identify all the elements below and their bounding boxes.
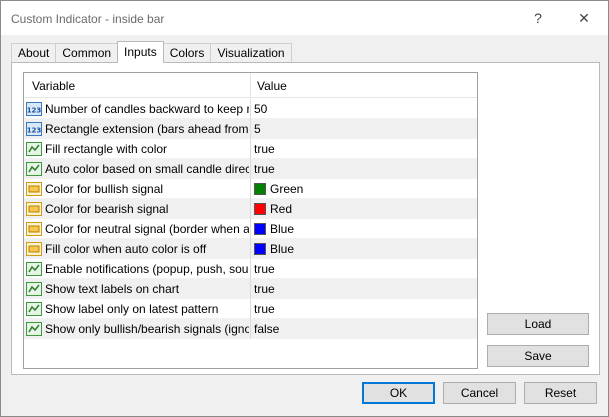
- variable-value[interactable]: Red: [270, 202, 292, 216]
- variable-name: Fill color when auto color is off: [45, 242, 207, 256]
- table-row[interactable]: Show only bullish/bearish signals (ignor…: [24, 319, 477, 339]
- variable-value[interactable]: true: [254, 262, 275, 276]
- variable-name: Show only bullish/bearish signals (ignor…: [45, 322, 249, 336]
- close-icon: ✕: [578, 9, 590, 26]
- cell-divider: [250, 199, 251, 219]
- boolean-icon: [26, 142, 42, 156]
- tab-common[interactable]: Common: [55, 43, 119, 63]
- tab-inputs[interactable]: Inputs: [117, 41, 164, 63]
- table-row[interactable]: Show text labels on chart true: [24, 279, 477, 299]
- variable-name: Number of candles backward to keep re...: [45, 102, 249, 116]
- variable-name: Fill rectangle with color: [45, 142, 168, 156]
- variable-value[interactable]: true: [254, 142, 275, 156]
- color-icon: [26, 202, 42, 216]
- table-row[interactable]: Show label only on latest pattern true: [24, 299, 477, 319]
- variable-name: Color for bullish signal: [45, 182, 164, 196]
- boolean-icon: [26, 302, 42, 316]
- variable-name: Show text labels on chart: [45, 282, 180, 296]
- variable-value[interactable]: true: [254, 282, 275, 296]
- close-button[interactable]: ✕: [561, 1, 607, 35]
- variable-name: Color for bearish signal: [45, 202, 169, 216]
- boolean-icon: [26, 262, 42, 276]
- reset-button[interactable]: Reset: [524, 382, 597, 404]
- column-header-variable[interactable]: Variable: [32, 79, 75, 93]
- color-swatch[interactable]: [254, 243, 266, 255]
- color-icon: [26, 182, 42, 196]
- color-icon: [26, 222, 42, 236]
- table-row[interactable]: 123 Number of candles backward to keep re…: [24, 99, 477, 119]
- table-row[interactable]: Color for bullish signal Green: [24, 179, 477, 199]
- cell-divider: [250, 259, 251, 279]
- table-row[interactable]: Color for bearish signal Red: [24, 199, 477, 219]
- inputs-panel: Variable Value 123 Number of candles back…: [11, 62, 600, 375]
- boolean-icon: [26, 162, 42, 176]
- variable-value[interactable]: 5: [254, 122, 261, 136]
- variable-name: Enable notifications (popup, push, sound…: [45, 262, 249, 276]
- tab-colors[interactable]: Colors: [162, 43, 212, 63]
- load-button[interactable]: Load: [487, 313, 589, 335]
- table-row[interactable]: Enable notifications (popup, push, sound…: [24, 259, 477, 279]
- cell-divider: [250, 179, 251, 199]
- cell-divider: [250, 219, 251, 239]
- variable-value[interactable]: true: [254, 162, 275, 176]
- cell-divider: [250, 139, 251, 159]
- variable-value[interactable]: Green: [270, 182, 303, 196]
- cell-divider: [250, 319, 251, 339]
- variable-value[interactable]: false: [254, 322, 279, 336]
- inputs-grid: Variable Value 123 Number of candles back…: [23, 72, 478, 369]
- table-row[interactable]: Fill rectangle with color true: [24, 139, 477, 159]
- cell-divider: [250, 99, 251, 119]
- variable-value[interactable]: true: [254, 302, 275, 316]
- svg-text:123: 123: [27, 107, 42, 115]
- column-header-value[interactable]: Value: [257, 79, 287, 93]
- indicator-dialog: Custom Indicator - inside bar ? ✕ About …: [0, 0, 609, 417]
- help-icon: ?: [534, 10, 542, 26]
- table-row[interactable]: Auto color based on small candle directi…: [24, 159, 477, 179]
- boolean-icon: [26, 282, 42, 296]
- variable-value[interactable]: 50: [254, 102, 267, 116]
- number-icon: 123: [26, 102, 42, 116]
- number-icon: 123: [26, 122, 42, 136]
- table-row[interactable]: Color for neutral signal (border when au…: [24, 219, 477, 239]
- variable-name: Rectangle extension (bars ahead from bi.…: [45, 122, 249, 136]
- variable-name: Color for neutral signal (border when au…: [45, 222, 249, 236]
- cancel-button[interactable]: Cancel: [443, 382, 516, 404]
- cell-divider: [250, 299, 251, 319]
- variable-name: Auto color based on small candle directi…: [45, 162, 249, 176]
- cell-divider: [250, 159, 251, 179]
- grid-header: Variable Value: [24, 73, 477, 98]
- color-swatch[interactable]: [254, 223, 266, 235]
- boolean-icon: [26, 322, 42, 336]
- save-button[interactable]: Save: [487, 345, 589, 367]
- tab-about[interactable]: About: [11, 43, 57, 63]
- cell-divider: [250, 239, 251, 259]
- color-icon: [26, 242, 42, 256]
- variable-value[interactable]: Blue: [270, 242, 294, 256]
- ok-button[interactable]: OK: [362, 382, 435, 404]
- tab-strip: About Common Inputs Colors Visualization: [11, 41, 292, 63]
- variable-value[interactable]: Blue: [270, 222, 294, 236]
- help-button[interactable]: ?: [515, 1, 561, 35]
- variable-name: Show label only on latest pattern: [45, 302, 219, 316]
- color-swatch[interactable]: [254, 203, 266, 215]
- color-swatch[interactable]: [254, 183, 266, 195]
- table-row[interactable]: 123 Rectangle extension (bars ahead from …: [24, 119, 477, 139]
- tab-visualization[interactable]: Visualization: [210, 43, 292, 63]
- table-row[interactable]: Fill color when auto color is off Blue: [24, 239, 477, 259]
- title-bar: Custom Indicator - inside bar ? ✕: [1, 1, 608, 35]
- cell-divider: [250, 119, 251, 139]
- svg-text:123: 123: [27, 127, 42, 135]
- column-divider[interactable]: [250, 73, 251, 98]
- window-title: Custom Indicator - inside bar: [11, 12, 165, 26]
- cell-divider: [250, 279, 251, 299]
